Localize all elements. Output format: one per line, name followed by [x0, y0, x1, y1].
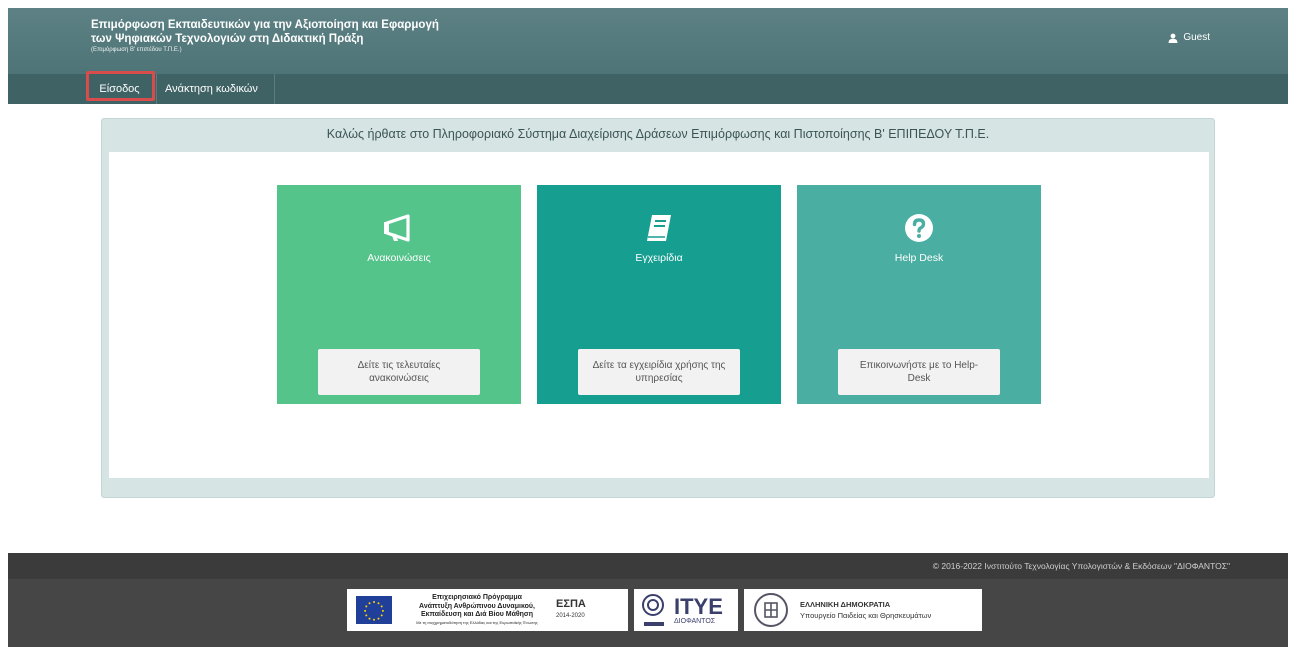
nav-bar: Είσοδος Ανάκτηση κωδικών: [8, 74, 1288, 104]
user-menu[interactable]: Guest: [1168, 32, 1210, 43]
greek-ministry-text: ΕΛΛΗΝΙΚΗ ΔΗΜΟΚΡΑΤΙΑ Υπουργείο Παιδείας κ…: [800, 600, 931, 620]
eu-program-small: Με τη συγχρηματοδότηση της Ελλάδας και τ…: [416, 619, 538, 625]
greek-ministry-logo: ΕΛΛΗΝΙΚΗ ΔΗΜΟΚΡΑΤΙΑ Υπουργείο Παιδείας κ…: [744, 589, 982, 631]
footer-logos: Επιχειρησιακό Πρόγραμμα Ανάπτυξη Ανθρώπι…: [8, 579, 1288, 647]
greek-emblem-icon: [754, 593, 788, 627]
espa-years: 2014-2020: [556, 613, 585, 619]
panel-body: Ανακοινώσεις Δείτε τις τελευταίες ανακοι…: [109, 152, 1209, 478]
ityc-sub: ΔΙΟΦΑΝΤΟΣ: [674, 617, 716, 625]
header-bar: Επιμόρφωση Εκπαιδευτικών για την Αξιοποί…: [8, 8, 1288, 74]
helpdesk-button[interactable]: Επικοινωνήστε με το Help-Desk: [838, 349, 1000, 395]
ityc-label: ΙΤΥΕ: [674, 593, 723, 619]
card-manuals: Εγχειρίδια Δείτε τα εγχειρίδια χρήσης τη…: [537, 185, 781, 404]
site-title-line1: Επιμόρφωση Εκπαιδευτικών για την Αξιοποί…: [91, 19, 439, 31]
manuals-button[interactable]: Δείτε τα εγχειρίδια χρήσης της υπηρεσίας: [578, 349, 740, 395]
welcome-title: Καλώς ήρθατε στο Πληροφοριακό Σύστημα Δι…: [326, 127, 990, 141]
eu-program-line2: Ανάπτυξη Ανθρώπινου Δυναμικού,: [419, 602, 535, 610]
card-title: Ανακοινώσεις: [367, 252, 431, 264]
ityc-logo: ΙΤΥΕ ΔΙΟΦΑΝΤΟΣ: [634, 589, 738, 631]
login-highlight: [86, 71, 155, 101]
site-title[interactable]: Επιμόρφωση Εκπαιδευτικών για την Αξιοποί…: [91, 18, 439, 55]
espa-logo: ΕΣΠΑ 2014-2020: [556, 598, 586, 622]
card-title: Εγχειρίδια: [635, 252, 683, 264]
copyright-text: © 2016-2022 Ινστιτούτο Τεχνολογίας Υπολο…: [932, 561, 1230, 571]
site-title-line2: των Ψηφιακών Τεχνολογιών στη Διδακτική Π…: [91, 33, 364, 45]
eu-program-line3: Εκπαίδευση και Διά Βίου Μάθηση: [420, 611, 534, 619]
announcements-button[interactable]: Δείτε τις τελευταίες ανακοινώσεις: [318, 349, 480, 395]
espa-label: ΕΣΠΑ: [556, 598, 586, 610]
gr-line1: ΕΛΛΗΝΙΚΗ ΔΗΜΟΚΡΑΤΙΑ: [800, 600, 891, 609]
footer-copyright-bar: © 2016-2022 Ινστιτούτο Τεχνολογίας Υπολο…: [8, 553, 1288, 579]
ityc-emblem-icon: [642, 594, 664, 626]
card-title: Help Desk: [894, 252, 944, 264]
question-icon: [797, 213, 1041, 243]
eu-espa-logo: Επιχειρησιακό Πρόγραμμα Ανάπτυξη Ανθρώπι…: [347, 589, 628, 631]
megaphone-icon: [277, 213, 521, 243]
ityc-text-block: ΙΤΥΕ ΔΙΟΦΑΝΤΟΣ: [674, 593, 723, 625]
eu-program-text: Επιχειρησιακό Πρόγραμμα Ανάπτυξη Ανθρώπι…: [406, 594, 548, 626]
eu-flag-icon: [356, 596, 392, 624]
gr-line2: Υπουργείο Παιδείας και Θρησκευμάτων: [800, 611, 932, 620]
eu-program-line1: Επιχειρησιακό Πρόγραμμα: [432, 594, 522, 602]
book-icon: [537, 213, 781, 243]
nav-recover-passwords[interactable]: Ανάκτηση κωδικών: [157, 74, 275, 104]
card-helpdesk: Help Desk Επικοινωνήστε με το Help-Desk: [797, 185, 1041, 404]
site-subtitle: (Επιμόρφωση Β' επιπέδου Τ.Π.Ε.): [91, 47, 182, 53]
user-icon: [1168, 33, 1178, 43]
card-announcements: Ανακοινώσεις Δείτε τις τελευταίες ανακοι…: [277, 185, 521, 404]
welcome-panel: Καλώς ήρθατε στο Πληροφοριακό Σύστημα Δι…: [101, 118, 1215, 498]
user-name: Guest: [1183, 32, 1210, 43]
